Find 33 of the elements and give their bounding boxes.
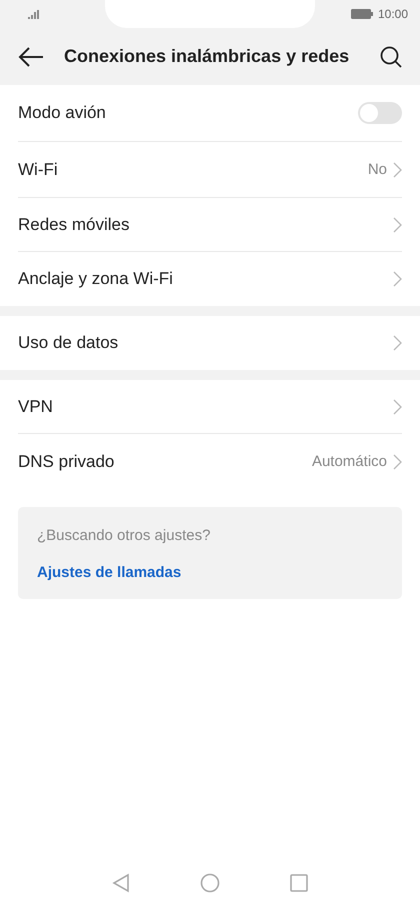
row-label: Wi-Fi — [18, 160, 59, 180]
settings-row[interactable]: Redes móviles — [18, 197, 402, 251]
chevron-icon — [393, 216, 402, 232]
row-value: No — [368, 161, 387, 178]
home-icon[interactable] — [200, 873, 220, 893]
chevron-icon — [393, 398, 402, 414]
row-label: Redes móviles — [18, 214, 130, 234]
chevron-icon — [393, 454, 402, 470]
screen-title: Conexiones inalámbricas y redes — [64, 46, 350, 67]
recents-icon[interactable] — [290, 874, 308, 892]
chevron-icon — [393, 271, 402, 287]
settings-row[interactable]: DNS privado Automático — [18, 433, 402, 489]
chevron-icon — [393, 335, 402, 351]
settings-link[interactable]: Ajustes de llamadas — [37, 564, 383, 581]
row-value: Automático — [312, 453, 387, 470]
row-label: Uso de datos — [18, 333, 120, 353]
settings-row[interactable]: Wi-Fi No — [18, 141, 402, 197]
settings-row[interactable]: VPN — [18, 380, 402, 433]
status-time: 10:00 — [378, 7, 408, 21]
row-label: DNS privado — [18, 452, 116, 472]
back-arrow-icon[interactable] — [18, 46, 44, 68]
settings-row[interactable]: Modo avión — [18, 85, 402, 141]
row-label: Anclaje y zona Wi-Fi — [18, 269, 174, 289]
chevron-icon — [393, 162, 402, 178]
row-label: Modo avión — [18, 103, 107, 123]
settings-row[interactable]: Uso de datos — [18, 316, 402, 370]
search-icon[interactable] — [380, 46, 402, 68]
row-label: VPN — [18, 396, 54, 416]
back-icon[interactable] — [112, 873, 130, 893]
toggle-switch[interactable] — [358, 102, 402, 124]
battery-icon — [350, 9, 373, 19]
card-title: ¿Buscando otros ajustes? — [37, 527, 212, 544]
signal-icon — [28, 10, 41, 18]
